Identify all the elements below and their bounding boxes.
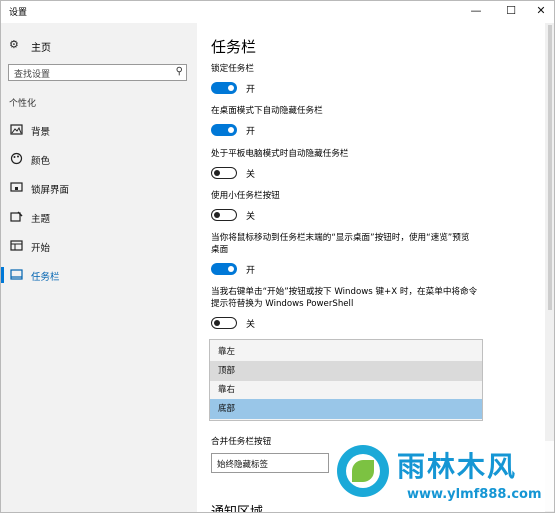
- active-indicator: [1, 267, 4, 283]
- dropdown-option-top[interactable]: 顶部: [210, 361, 482, 381]
- search-icon[interactable]: ⚲: [176, 66, 183, 77]
- search-input[interactable]: 查找设置 ⚲: [8, 64, 187, 81]
- setting-label-small-buttons: 使用小任务栏按钮: [211, 191, 280, 201]
- main-content: 任务栏 锁定任务栏 开 在桌面模式下自动隐藏任务栏 开 处于平板电脑模式时自动隐…: [197, 23, 545, 513]
- maximize-button[interactable]: ☐: [496, 1, 526, 21]
- toggle-state: 关: [246, 212, 256, 222]
- sidebar: ⚙ 主页 查找设置 ⚲ 个性化 背景 颜色 锁屏界面 主题 开始 任务栏: [1, 23, 197, 512]
- toggle-state: 开: [246, 85, 256, 95]
- sidebar-item-label: 锁屏界面: [31, 185, 70, 196]
- sidebar-item-themes[interactable]: 主题: [1, 207, 197, 227]
- toggle-small-buttons[interactable]: [211, 209, 237, 221]
- combine-buttons-select[interactable]: 始终隐藏标签: [211, 453, 329, 473]
- section-label-personalization: 个性化: [9, 99, 37, 109]
- sidebar-item-lock-screen[interactable]: 锁屏界面: [1, 178, 197, 198]
- toggle-lock-taskbar[interactable]: [211, 82, 237, 94]
- sidebar-item-background[interactable]: 背景: [1, 120, 197, 140]
- toggle-state: 关: [246, 170, 256, 180]
- close-button[interactable]: ✕: [526, 1, 554, 21]
- vertical-scrollbar[interactable]: [545, 23, 554, 512]
- setting-label-autohide-desktop: 在桌面模式下自动隐藏任务栏: [211, 106, 323, 116]
- setting-label-powershell: 当我右键单击“开始”按钮或按下 Windows 键+X 时，在菜单中将命令提示符…: [211, 287, 478, 309]
- sidebar-item-start[interactable]: 开始: [1, 236, 197, 256]
- watermark-name: 雨林木风: [397, 450, 518, 483]
- watermark-logo-icon: [337, 445, 389, 497]
- watermark-url: www.ylmf888.com: [407, 487, 542, 502]
- watermark: 雨林木风 www.ylmf888.com: [329, 441, 554, 511]
- settings-window: 设置 — ☐ ✕ ⚙ 主页 查找设置 ⚲ 个性化 背景 颜色 锁屏界面 主题 开…: [0, 0, 555, 513]
- section-heading-notification-area: 通知区域: [211, 505, 264, 513]
- home-nav-item[interactable]: ⚙ 主页: [9, 37, 189, 55]
- setting-label-autohide-tablet: 处于平板电脑模式时自动隐藏任务栏: [211, 149, 349, 159]
- page-title: 任务栏: [211, 38, 257, 56]
- toggle-state: 开: [246, 127, 256, 137]
- dropdown-option-left[interactable]: 靠左: [210, 342, 482, 362]
- dropdown-option-bottom[interactable]: 底部: [210, 399, 482, 419]
- gear-icon: ⚙: [9, 38, 19, 51]
- sidebar-item-label: 背景: [31, 127, 51, 138]
- image-icon: [10, 124, 23, 135]
- setting-label-lock-taskbar: 锁定任务栏: [211, 64, 254, 74]
- sidebar-item-label: 开始: [31, 243, 51, 254]
- toggle-autohide-desktop[interactable]: [211, 124, 237, 136]
- sidebar-item-label: 主题: [31, 214, 51, 225]
- toggle-state: 关: [246, 320, 256, 330]
- toggle-powershell[interactable]: [211, 317, 237, 329]
- toggle-state: 开: [246, 266, 256, 276]
- scrollbar-thumb[interactable]: [548, 25, 552, 310]
- setting-label-peek: 当你将鼠标移动到任务栏末端的“显示桌面”按钮时，使用“速览”预览桌面: [211, 233, 470, 255]
- sidebar-item-label: 颜色: [31, 156, 51, 167]
- window-title: 设置: [9, 8, 28, 18]
- taskbar-position-dropdown[interactable]: 靠左 顶部 靠右 底部: [209, 339, 483, 421]
- toggle-peek[interactable]: [211, 263, 237, 275]
- brush-icon: [10, 211, 23, 222]
- combine-buttons-value: 始终隐藏标签: [217, 460, 269, 470]
- taskbar-icon: [10, 269, 23, 280]
- sidebar-item-taskbar[interactable]: 任务栏: [1, 265, 197, 285]
- search-placeholder: 查找设置: [14, 70, 51, 80]
- start-icon: [10, 240, 23, 251]
- minimize-button[interactable]: —: [461, 1, 491, 21]
- home-label: 主页: [31, 43, 51, 54]
- palette-icon: [10, 152, 23, 165]
- watermark-leaf-icon: [352, 460, 374, 482]
- title-bar: 设置 — ☐ ✕: [1, 1, 554, 23]
- sidebar-item-label: 任务栏: [31, 272, 60, 283]
- toggle-autohide-tablet[interactable]: [211, 167, 237, 179]
- sidebar-item-colors[interactable]: 颜色: [1, 149, 197, 169]
- lock-screen-icon: [10, 182, 23, 192]
- dropdown-option-right[interactable]: 靠右: [210, 380, 482, 400]
